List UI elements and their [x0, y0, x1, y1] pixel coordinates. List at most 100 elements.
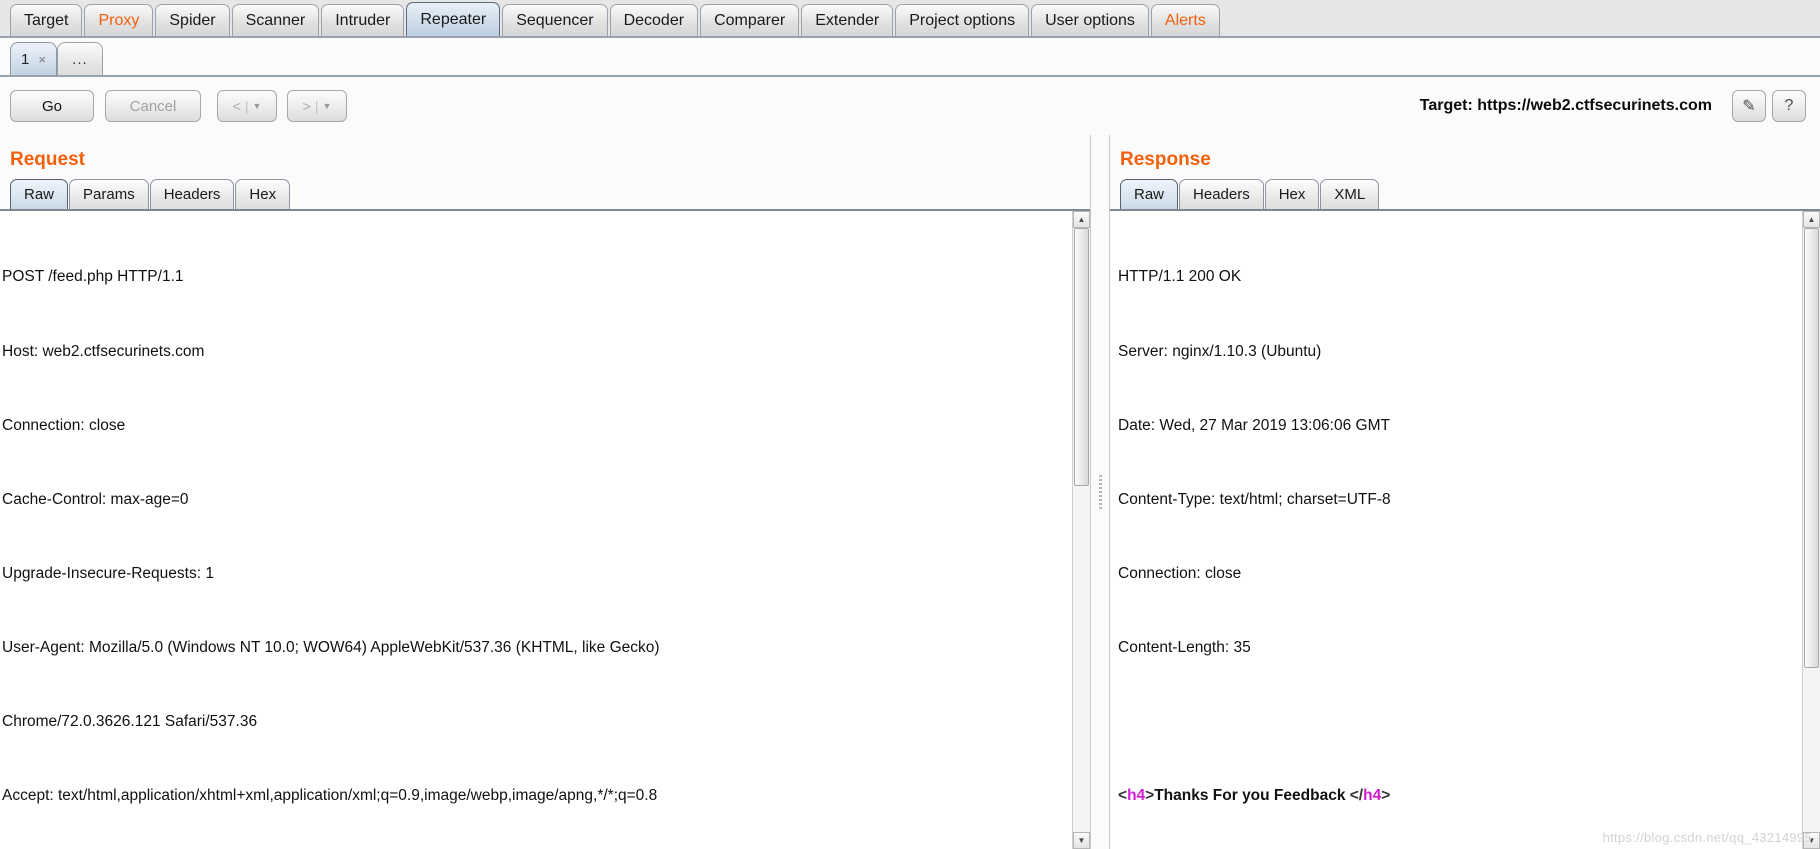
cancel-button[interactable]: Cancel: [105, 90, 201, 122]
main-tab-sequencer[interactable]: Sequencer: [502, 4, 608, 36]
request-line: POST /feed.php HTTP/1.1: [2, 268, 184, 286]
request-line: User-Agent: Mozilla/5.0 (Windows NT 10.0…: [2, 638, 660, 656]
main-tab-label: User options: [1045, 11, 1135, 29]
repeater-tab-bar: 1 × ...: [0, 38, 1820, 77]
main-tab-user-options[interactable]: User options: [1031, 4, 1149, 36]
response-line-blank: [1118, 710, 1802, 735]
main-tab-intruder[interactable]: Intruder: [321, 4, 405, 36]
tag-end-close: >: [1381, 787, 1391, 805]
main-tab-project-options[interactable]: Project options: [895, 4, 1030, 36]
response-line: Content-Type: text/html; charset=UTF-8: [1118, 490, 1391, 508]
go-button-label: Go: [41, 97, 62, 115]
request-tab-params[interactable]: Params: [69, 179, 149, 209]
request-editor[interactable]: POST /feed.php HTTP/1.1 Host: web2.ctfse…: [0, 211, 1072, 849]
request-line: Host: web2.ctfsecurinets.com: [2, 342, 205, 360]
tag-name-open: h4: [1127, 787, 1146, 805]
main-tab-label: Comparer: [714, 11, 786, 29]
request-scrollbar[interactable]: ▲ ▼: [1072, 211, 1090, 849]
main-tab-repeater[interactable]: Repeater: [406, 2, 501, 36]
repeater-toolbar: Go Cancel < | ▼ > | ▼ Target: https://we…: [0, 77, 1820, 135]
question-mark-icon: ?: [1784, 97, 1794, 114]
request-line: Upgrade-Insecure-Requests: 1: [2, 564, 214, 582]
main-tab-label: Alerts: [1164, 11, 1206, 29]
response-tab-bar: Raw Headers Hex XML: [1110, 179, 1820, 211]
main-tab-extender[interactable]: Extender: [801, 4, 894, 36]
response-line: Connection: close: [1118, 564, 1242, 582]
button-separator: |: [244, 98, 249, 114]
repeater-tab-1[interactable]: 1 ×: [10, 42, 57, 75]
response-tab-hex[interactable]: Hex: [1264, 179, 1320, 209]
response-scrollbar[interactable]: ▲ ▼: [1802, 211, 1820, 849]
main-tab-label: Spider: [169, 11, 216, 29]
response-body-line: <h4>Thanks For you Feedback </h4>: [1118, 784, 1802, 809]
chevron-right-icon: >: [302, 98, 311, 114]
response-tab-raw[interactable]: Raw: [1120, 179, 1179, 209]
request-scroll-track[interactable]: [1073, 228, 1090, 832]
response-editor[interactable]: HTTP/1.1 200 OK Server: nginx/1.10.3 (Ub…: [1110, 211, 1802, 849]
message-panes: Request Raw Params Headers Hex POST /fee…: [0, 135, 1820, 849]
close-icon[interactable]: ×: [38, 52, 46, 67]
response-tab-label: Hex: [1278, 186, 1306, 203]
chevron-down-icon[interactable]: ▼: [322, 101, 331, 111]
forward-button[interactable]: > | ▼: [287, 90, 347, 122]
main-tab-proxy[interactable]: Proxy: [84, 4, 154, 36]
response-line: HTTP/1.1 200 OK: [1118, 268, 1242, 286]
tag-name-close: h4: [1363, 787, 1382, 805]
request-tab-bar: Raw Params Headers Hex: [0, 179, 1090, 211]
main-tab-alerts[interactable]: Alerts: [1150, 4, 1220, 36]
main-tab-comparer[interactable]: Comparer: [700, 4, 800, 36]
main-tab-label: Sequencer: [516, 11, 594, 29]
main-tab-spider[interactable]: Spider: [155, 4, 230, 36]
main-tab-label: Decoder: [623, 11, 685, 29]
help-button[interactable]: ?: [1772, 90, 1806, 122]
main-tab-bar: Target Proxy Spider Scanner Intruder Rep…: [0, 0, 1820, 38]
button-separator: |: [314, 98, 319, 114]
request-tab-label: Hex: [249, 186, 277, 203]
request-pane: Request Raw Params Headers Hex POST /fee…: [0, 135, 1090, 849]
response-tab-headers[interactable]: Headers: [1179, 179, 1264, 209]
scroll-up-icon[interactable]: ▲: [1803, 211, 1820, 228]
go-button[interactable]: Go: [10, 90, 94, 122]
cancel-button-label: Cancel: [129, 97, 177, 115]
tag-end-open: </: [1349, 787, 1364, 805]
request-line: Connection: close: [2, 416, 126, 434]
request-tab-raw[interactable]: Raw: [10, 179, 69, 209]
request-title: Request: [0, 135, 1090, 179]
request-tab-headers[interactable]: Headers: [149, 179, 235, 209]
repeater-tab-label: 1: [21, 50, 30, 68]
pencil-icon: ✎: [1742, 98, 1756, 115]
response-line: Server: nginx/1.10.3 (Ubuntu): [1118, 342, 1322, 360]
scroll-up-icon[interactable]: ▲: [1073, 211, 1090, 228]
request-line: Cache-Control: max-age=0: [2, 490, 189, 508]
request-editor-wrap: POST /feed.php HTTP/1.1 Host: web2.ctfse…: [0, 211, 1090, 849]
response-line: Content-Length: 35: [1118, 638, 1251, 656]
request-line: Accept: text/html,application/xhtml+xml,…: [2, 787, 658, 805]
request-tab-label: Params: [83, 186, 135, 203]
back-button[interactable]: < | ▼: [217, 90, 277, 122]
target-label: Target: https://web2.ctfsecurinets.com: [1419, 97, 1712, 114]
request-tab-label: Headers: [163, 186, 221, 203]
response-editor-wrap: HTTP/1.1 200 OK Server: nginx/1.10.3 (Ub…: [1110, 211, 1820, 849]
main-tab-label: Repeater: [420, 10, 487, 28]
main-tab-label: Scanner: [245, 11, 306, 29]
chevron-left-icon: <: [232, 98, 241, 114]
response-scroll-thumb[interactable]: [1804, 228, 1819, 668]
main-tab-label: Proxy: [98, 11, 140, 29]
repeater-tab-new[interactable]: ...: [56, 42, 103, 75]
response-tab-xml[interactable]: XML: [1320, 179, 1380, 209]
main-tab-scanner[interactable]: Scanner: [231, 4, 320, 36]
watermark: https://blog.csdn.net/qq_43214995: [1602, 830, 1812, 845]
tag-open-angle: <: [1118, 787, 1128, 805]
main-tab-decoder[interactable]: Decoder: [609, 4, 699, 36]
response-tab-label: XML: [1334, 186, 1366, 203]
request-tab-hex[interactable]: Hex: [235, 179, 291, 209]
pane-divider[interactable]: [1090, 135, 1110, 849]
chevron-down-icon[interactable]: ▼: [252, 101, 261, 111]
request-tab-label: Raw: [24, 186, 55, 203]
response-body-text: Thanks For you Feedback: [1154, 787, 1350, 805]
response-scroll-track[interactable]: [1803, 228, 1820, 832]
main-tab-target[interactable]: Target: [10, 4, 83, 36]
request-scroll-thumb[interactable]: [1074, 228, 1089, 486]
edit-target-button[interactable]: ✎: [1732, 90, 1766, 122]
scroll-down-icon[interactable]: ▼: [1073, 832, 1090, 849]
